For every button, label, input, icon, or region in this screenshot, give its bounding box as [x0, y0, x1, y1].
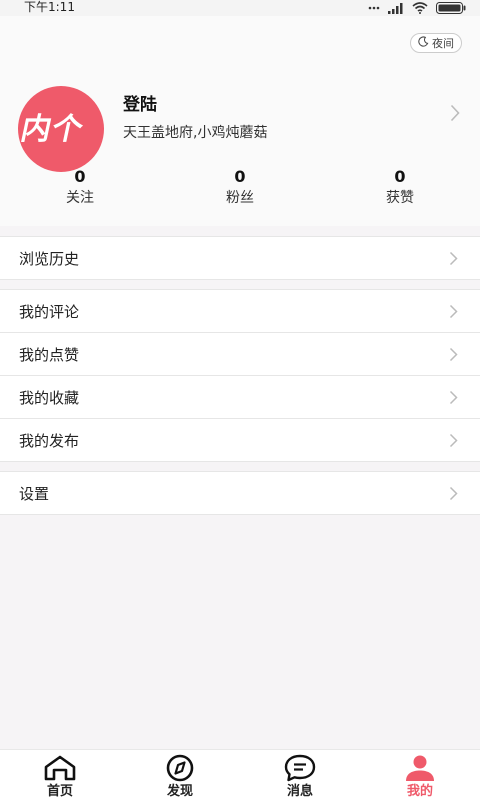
menu-item-label: 设置	[19, 484, 50, 503]
wifi-icon	[412, 2, 428, 14]
menu-group-history: 浏览历史	[0, 236, 480, 280]
menu-item-likes[interactable]: 我的点赞	[0, 333, 480, 376]
chevron-right-icon[interactable]	[450, 104, 460, 126]
night-mode-label: 夜间	[432, 37, 454, 50]
tab-mine[interactable]: 我的	[370, 752, 470, 800]
menu-item-label: 我的发布	[19, 431, 80, 450]
tab-messages[interactable]: 消息	[250, 752, 350, 800]
chevron-right-icon	[449, 390, 458, 409]
menu-item-posts[interactable]: 我的发布	[0, 419, 480, 461]
menu-item-settings[interactable]: 设置	[0, 472, 480, 514]
stat-value: 0	[74, 167, 86, 186]
bottom-tab-bar: 首页 发现 消息 我的	[0, 749, 480, 800]
stat-label: 粉丝	[226, 190, 254, 206]
night-mode-toggle[interactable]: 夜间	[410, 33, 462, 53]
stat-label: 获赞	[386, 190, 414, 206]
home-icon	[10, 752, 110, 784]
chevron-right-icon	[449, 347, 458, 366]
stat-value: 0	[234, 167, 246, 186]
ellipsis-icon	[368, 6, 380, 10]
stat-followers[interactable]: 0 粉丝	[190, 166, 290, 208]
menu-group-activity: 我的评论 我的点赞 我的收藏 我的发布	[0, 289, 480, 462]
menu-item-history[interactable]: 浏览历史	[0, 237, 480, 279]
tab-label: 消息	[286, 784, 313, 799]
login-link[interactable]: 登陆	[123, 90, 157, 115]
message-icon	[250, 752, 350, 784]
chevron-right-icon	[449, 433, 458, 452]
user-icon	[370, 752, 470, 784]
stat-following[interactable]: 0 关注	[30, 166, 130, 208]
menu-item-favorites[interactable]: 我的收藏	[0, 376, 480, 419]
profile-bio: 天王盖地府,小鸡炖蘑菇	[123, 125, 268, 141]
menu-group-settings: 设置	[0, 471, 480, 515]
avatar-logo-text: 内个	[18, 112, 87, 147]
status-time: 下午1:11	[24, 0, 75, 14]
stat-label: 关注	[66, 190, 94, 206]
chevron-right-icon	[449, 251, 458, 270]
status-icons	[368, 2, 466, 14]
tab-label: 发现	[166, 784, 193, 799]
menu-item-label: 我的收藏	[19, 388, 80, 407]
tab-label: 我的	[406, 784, 433, 799]
stat-likes-received[interactable]: 0 获赞	[350, 166, 450, 208]
stats-row: 0 关注 0 粉丝 0 获赞	[0, 166, 480, 222]
profile-header: 夜间 内个 登陆 天王盖地府,小鸡炖蘑菇 0 关注 0 粉丝 0 获赞	[0, 16, 480, 226]
signal-icon	[388, 2, 404, 14]
tab-home[interactable]: 首页	[10, 752, 110, 800]
avatar[interactable]: 内个	[18, 86, 104, 172]
menu-item-label: 我的点赞	[19, 345, 80, 364]
moon-icon	[418, 36, 429, 50]
menu-item-comments[interactable]: 我的评论	[0, 290, 480, 333]
compass-icon	[130, 752, 230, 784]
menu-item-label: 我的评论	[19, 302, 80, 321]
stat-value: 0	[394, 167, 406, 186]
menu-item-label: 浏览历史	[19, 249, 80, 268]
chevron-right-icon	[449, 486, 458, 505]
tab-label: 首页	[46, 784, 73, 799]
battery-icon	[436, 2, 466, 14]
chevron-right-icon	[449, 304, 458, 323]
status-bar: 下午1:11	[0, 0, 480, 16]
tab-discover[interactable]: 发现	[130, 752, 230, 800]
